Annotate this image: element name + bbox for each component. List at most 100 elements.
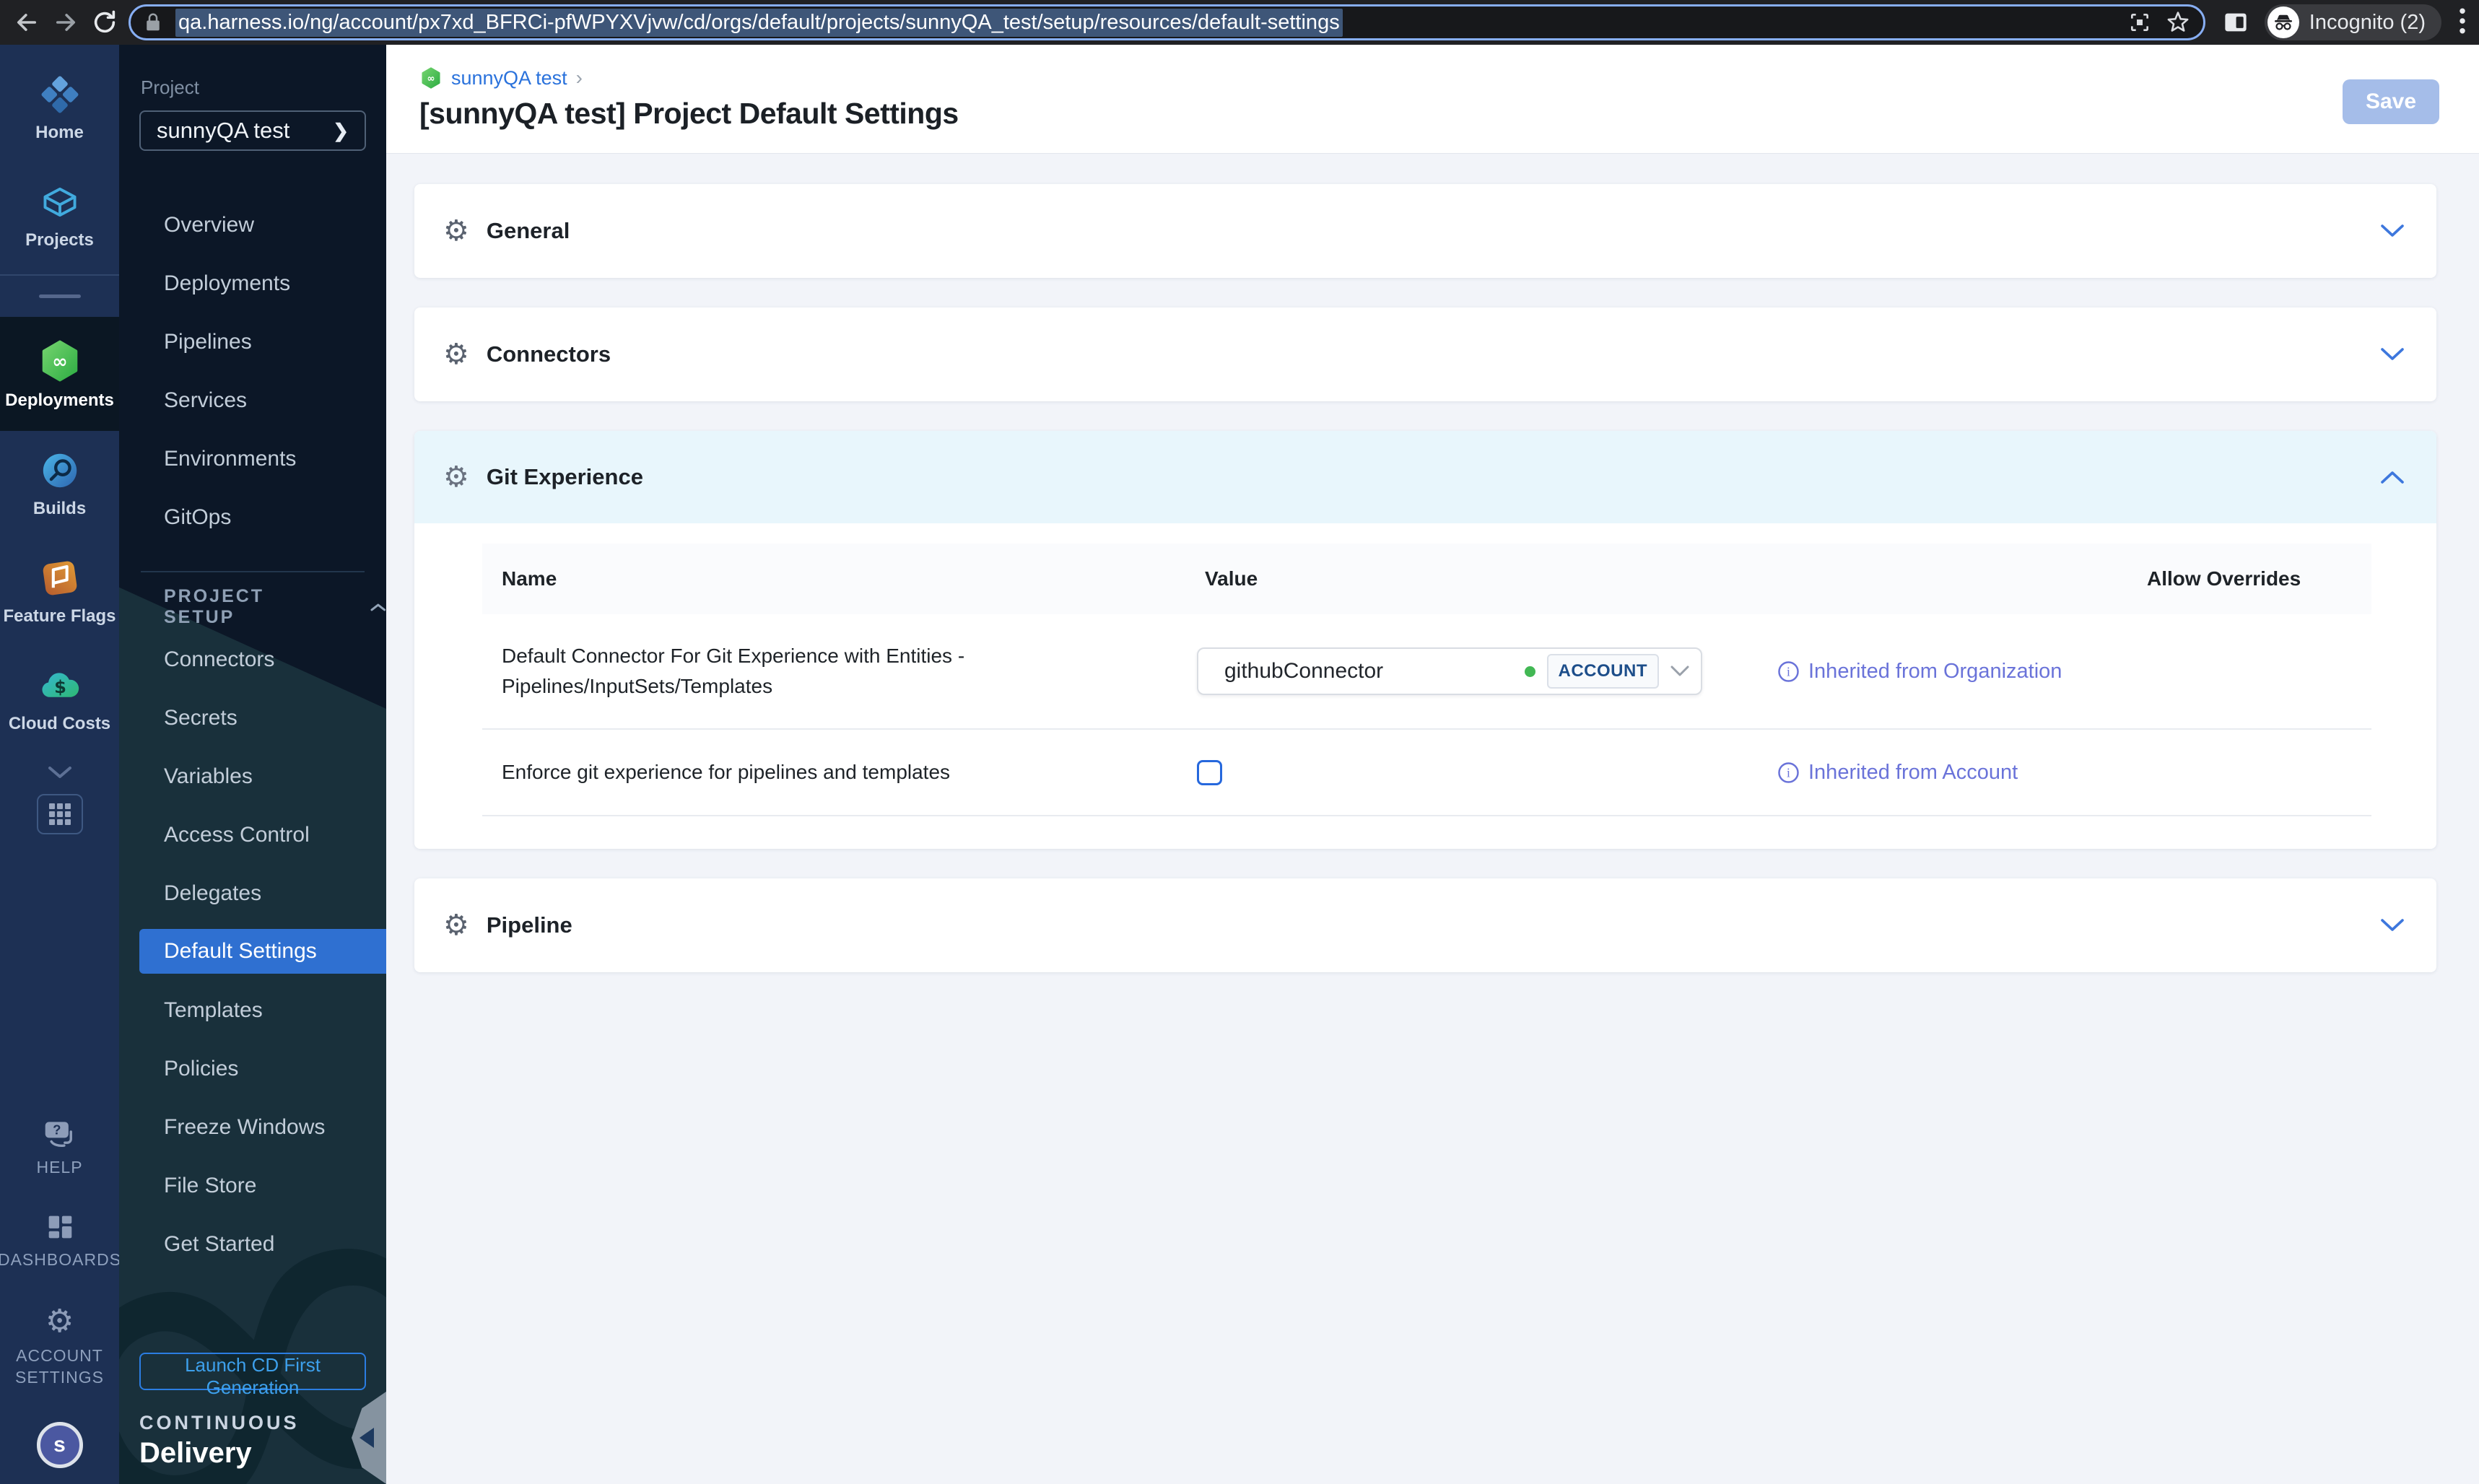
url-text: qa.harness.io/ng/account/px7xd_BFRCi-pfW… — [175, 8, 1343, 37]
nav-item-deployments[interactable]: Deployments — [119, 254, 386, 313]
help-button[interactable]: ? HELP — [0, 1104, 119, 1195]
column-header-allow-overrides: Allow Overrides — [2147, 567, 2301, 590]
nav-item-services[interactable]: Services — [119, 371, 386, 429]
screen: qa.harness.io/ng/account/px7xd_BFRCi-pfW… — [0, 0, 2479, 1484]
nav-item-gitops[interactable]: GitOps — [119, 488, 386, 546]
scope-badge: ACCOUNT — [1546, 654, 1659, 689]
section-title: Pipeline — [486, 912, 572, 938]
address-bar[interactable]: qa.harness.io/ng/account/px7xd_BFRCi-pfW… — [128, 4, 2205, 40]
module-item-deployments[interactable]: ∞ Deployments — [0, 316, 119, 432]
breadcrumb: ∞ sunnyQA test › — [419, 45, 2479, 90]
nav-divider — [141, 571, 365, 572]
chevron-down-icon — [48, 766, 71, 778]
setup-item-delegates[interactable]: Delegates — [119, 864, 386, 922]
chevron-down-icon[interactable] — [2380, 918, 2405, 933]
svg-text:∞: ∞ — [427, 74, 435, 84]
gear-icon: ⚙ — [45, 1303, 74, 1340]
setup-item-secrets[interactable]: Secrets — [119, 689, 386, 747]
chevron-up-icon[interactable] — [2380, 470, 2405, 484]
module-item-home[interactable]: Home — [0, 45, 119, 162]
module-nav-divider — [0, 274, 119, 317]
browser-menu-dots-icon[interactable] — [2457, 6, 2467, 39]
chevron-down-icon[interactable] — [2380, 224, 2405, 238]
forward-icon — [56, 14, 76, 31]
connector-select-dropdown[interactable]: githubConnector ACCOUNT — [1197, 647, 1702, 695]
launch-cd-first-generation-button[interactable]: Launch CD First Generation — [139, 1353, 366, 1398]
setup-item-freeze-windows[interactable]: Freeze Windows — [119, 1098, 386, 1156]
svg-text:?: ? — [53, 1122, 61, 1138]
enforce-git-experience-checkbox[interactable] — [1197, 759, 1222, 785]
module-item-cloud-costs[interactable]: $ Cloud Costs — [0, 646, 119, 754]
account-settings-button[interactable]: ⚙ ACCOUNT SETTINGS — [0, 1287, 119, 1405]
chevron-down-icon[interactable] — [2380, 347, 2405, 362]
project-section-label: Project — [141, 77, 199, 98]
home-icon — [41, 76, 78, 113]
setup-item-variables[interactable]: Variables — [119, 747, 386, 806]
setting-name: Default Connector For Git Experience wit… — [502, 645, 965, 697]
project-nav: ∞ Project sunnyQA test ❯ Overview Deploy… — [119, 45, 386, 1484]
footer-label: ACCOUNT SETTINGS — [14, 1346, 104, 1387]
accordion-connectors[interactable]: ⚙ Connectors — [414, 307, 2436, 401]
avatar-initial: s — [53, 1433, 66, 1457]
accordion-general[interactable]: ⚙ General — [414, 184, 2436, 278]
user-avatar[interactable]: s — [36, 1422, 83, 1468]
setting-name: Enforce git experience for pipelines and… — [502, 761, 951, 783]
setup-item-access-control[interactable]: Access Control — [119, 806, 386, 864]
app-shell: Home Projects ∞ Deployments Builds Featu… — [0, 45, 2479, 1484]
incognito-label: Incognito (2) — [2309, 10, 2426, 34]
help-icon: ? — [45, 1122, 72, 1148]
column-header-name: Name — [502, 567, 557, 590]
module-nav: Home Projects ∞ Deployments Builds Featu… — [0, 45, 121, 1484]
module-label: Deployments — [5, 390, 114, 410]
feature-flags-icon — [43, 561, 77, 595]
grid-icon — [48, 803, 71, 825]
breadcrumb-chevron-icon: › — [575, 66, 583, 89]
dashboards-button[interactable]: DASHBOARDS — [0, 1195, 121, 1287]
setup-item-get-started[interactable]: Get Started — [119, 1215, 386, 1273]
project-name: sunnyQA test — [157, 118, 290, 143]
scan-qr-icon[interactable] — [2128, 11, 2151, 34]
setting-row-enforce-git-experience: Enforce git experience for pipelines and… — [482, 730, 2371, 816]
chrome-right-controls: Incognito (2) — [2223, 4, 2467, 40]
setup-item-default-settings[interactable]: Default Settings — [139, 929, 386, 974]
module-item-builds[interactable]: Builds — [0, 431, 119, 538]
inherited-from-account-link[interactable]: i Inherited from Account — [1777, 761, 2354, 785]
module-brand: CONTINUOUS Delivery — [139, 1412, 366, 1470]
chevron-down-icon — [1670, 665, 1689, 676]
incognito-chip[interactable]: Incognito (2) — [2264, 4, 2441, 40]
save-button[interactable]: Save — [2343, 79, 2439, 124]
forward-button[interactable] — [46, 3, 85, 42]
reload-button[interactable] — [85, 3, 124, 42]
setting-value-cell — [1197, 759, 1777, 785]
nav-item-pipelines[interactable]: Pipelines — [119, 313, 386, 371]
setting-value-cell: githubConnector ACCOUNT — [1197, 647, 1777, 695]
chevron-up-icon — [370, 603, 386, 611]
inherited-from-organization-link[interactable]: i Inherited from Organization — [1777, 660, 2354, 684]
project-setup-list: Connectors Secrets Variables Access Cont… — [119, 630, 386, 1273]
lock-icon — [147, 13, 160, 31]
setup-item-connectors[interactable]: Connectors — [119, 630, 386, 689]
git-experience-header[interactable]: ⚙ Git Experience — [414, 431, 2436, 523]
gear-icon: ⚙ — [443, 338, 469, 371]
module-grid-button[interactable] — [36, 793, 83, 834]
module-item-projects[interactable]: Projects — [0, 162, 119, 270]
setup-item-templates[interactable]: Templates — [119, 981, 386, 1039]
back-button[interactable] — [7, 3, 46, 42]
project-selector[interactable]: sunnyQA test ❯ — [139, 110, 366, 151]
module-item-feature-flags[interactable]: Feature Flags — [0, 538, 119, 646]
project-setup-header[interactable]: PROJECT SETUP — [119, 584, 386, 630]
bookmark-star-icon[interactable] — [2166, 10, 2190, 35]
svg-text:∞: ∞ — [52, 351, 68, 372]
nav-item-overview[interactable]: Overview — [119, 196, 386, 254]
setup-item-policies[interactable]: Policies — [119, 1039, 386, 1098]
project-nav-list: Overview Deployments Pipelines Services … — [119, 196, 386, 546]
breadcrumb-project-link[interactable]: sunnyQA test — [451, 67, 567, 90]
nav-item-environments[interactable]: Environments — [119, 429, 386, 488]
side-panel-icon[interactable] — [2223, 9, 2249, 35]
module-label: Feature Flags — [3, 606, 116, 627]
inherited-label: Inherited from Account — [1808, 760, 2018, 784]
accordion-pipeline[interactable]: ⚙ Pipeline — [414, 878, 2436, 972]
module-nav-expand-toggle[interactable] — [0, 754, 119, 785]
setup-item-file-store[interactable]: File Store — [119, 1156, 386, 1215]
column-header-value: Value — [1205, 567, 1258, 590]
